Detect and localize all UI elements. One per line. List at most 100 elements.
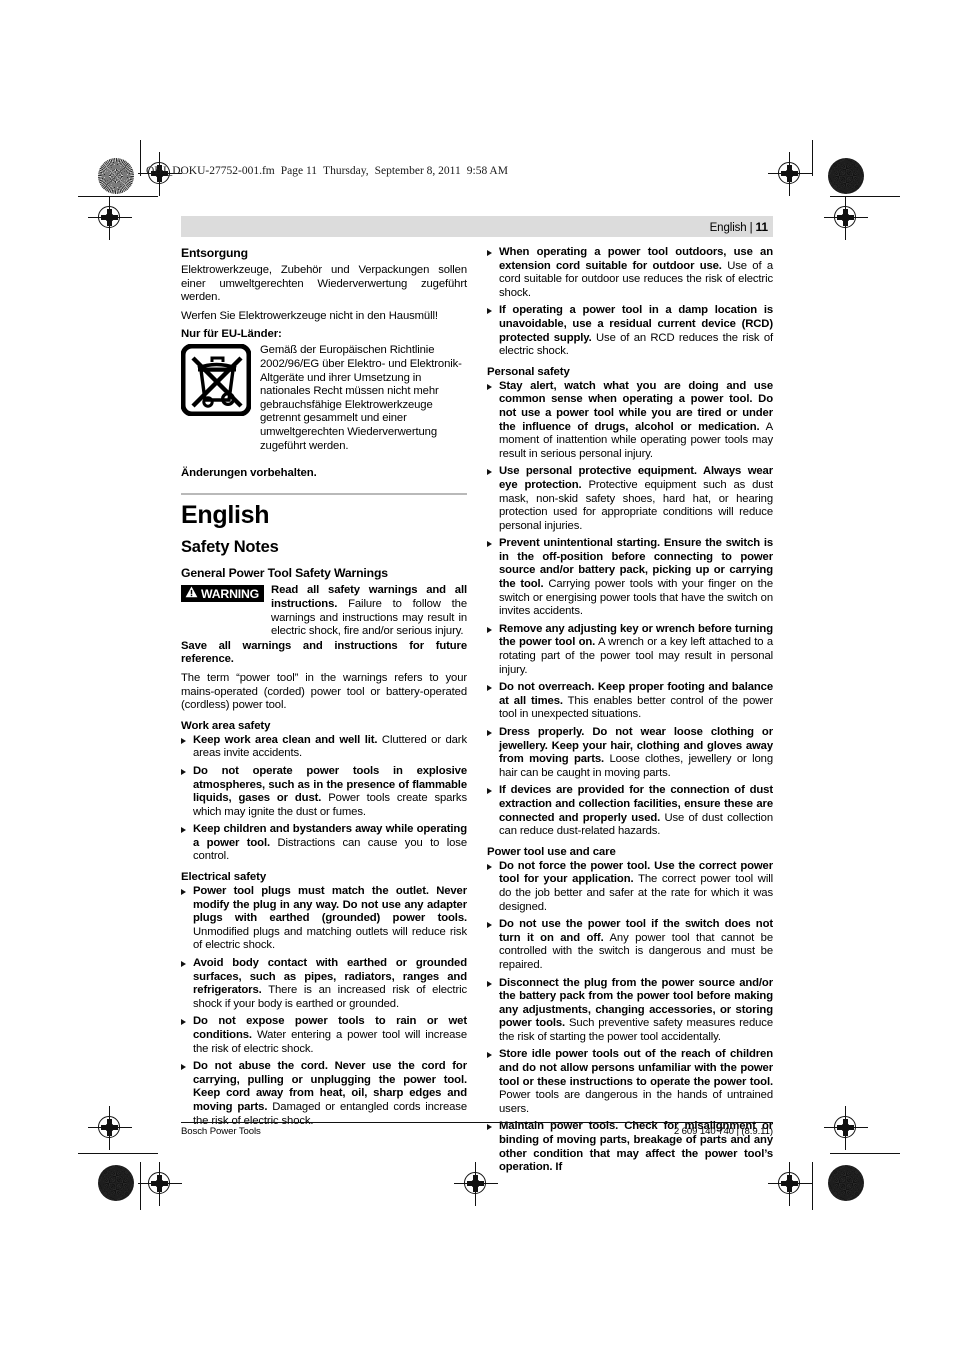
bullet-triangle-icon — [487, 788, 492, 795]
list-item: Do not force the power tool. Use the cor… — [487, 860, 773, 914]
halftone-patch-bottom-right — [828, 1165, 864, 1201]
halftone-patch-top-right — [828, 158, 864, 194]
bullet-triangle-icon — [487, 308, 492, 315]
bullet-triangle-icon — [487, 250, 492, 256]
trim-line-right-upper-horizontal — [830, 196, 900, 198]
work-area-safety-list: Keep work area clean and well lit. Clutt… — [181, 734, 467, 864]
running-head-language: English — [709, 221, 747, 234]
bullet-triangle-icon — [487, 541, 492, 548]
halftone-patch-bottom-left — [98, 1165, 134, 1201]
heading-nur-fuer-eu-laender: Nur für EU-Länder: — [181, 328, 282, 341]
bullet-triangle-icon — [487, 922, 492, 929]
bullet-triangle-icon — [181, 737, 186, 744]
file-stamp-time: 9:58 AM — [466, 165, 508, 177]
registration-crosshair-right-upper — [824, 196, 868, 240]
crossed-out-wheelie-bin-icon — [180, 343, 252, 417]
left-column: Entsorgung Elektrowerkzeuge, Zubehör und… — [180, 246, 467, 1179]
registration-crosshair-bottom-right — [768, 1162, 812, 1206]
bullet-triangle-icon — [181, 827, 186, 834]
warning-triangle-icon — [185, 585, 198, 603]
heading-entsorgung: Entsorgung — [181, 246, 248, 260]
bullet-triangle-icon — [487, 383, 492, 390]
list-item: Remove any adjusting key or wrench befor… — [487, 623, 773, 677]
trim-line-bottom-right-vertical — [812, 1162, 814, 1210]
power-tool-term-paragraph: The term “power tool” in the warnings re… — [181, 671, 467, 712]
warning-badge-label: WARNING — [201, 586, 260, 601]
list-item: Stay alert, watch what you are doing and… — [487, 380, 773, 462]
save-warnings-bold: Save all warnings and instructions for f… — [181, 639, 467, 666]
list-item-bold: Power tool plugs must match the outlet. … — [193, 885, 467, 925]
trim-line-bottom-left-vertical — [140, 1162, 142, 1210]
print-file-stamp: OBJ_DOKU-27752-001.fm Page 11 Thursday, Sep… — [146, 165, 508, 177]
registration-crosshair-left-lower — [88, 1106, 132, 1150]
running-head: English | 11 — [181, 216, 773, 237]
list-item: Do not use the power tool if the switch … — [487, 918, 773, 972]
weee-directive-text: Gemäß der Europäischen Richtlinie 2002/9… — [260, 344, 462, 452]
halftone-patch-top-left — [98, 158, 134, 194]
list-item: Power tool plugs must match the outlet. … — [181, 885, 467, 953]
list-item: Prevent unintentional starting. Ensure t… — [487, 537, 773, 619]
list-item-bold: Stay alert, watch what you are doing and… — [499, 379, 773, 433]
warning-callout: WARNING Read all safety warnings and all… — [181, 584, 467, 638]
footer-document-number: 2 609 140 740 | (8.9.11) — [673, 1126, 773, 1137]
trim-line-bottom-left-horizontal — [78, 1153, 158, 1155]
list-item: Dress properly. Do not wear loose clothi… — [487, 726, 773, 780]
list-item: If operating a power tool in a damp loca… — [487, 304, 773, 358]
bullet-triangle-icon — [487, 626, 492, 633]
trim-line-left-lower-vertical — [109, 1106, 111, 1150]
save-warnings-paragraph: Save all warnings and instructions for f… — [181, 640, 467, 667]
list-item: When operating a power tool outdoors, us… — [487, 246, 773, 300]
trim-line-left-upper-horizontal — [78, 196, 158, 198]
heading-safety-notes: Safety Notes — [181, 538, 279, 557]
right-column: When operating a power tool outdoors, us… — [487, 246, 773, 1179]
list-item: Use personal protective equipment. Alway… — [487, 465, 773, 533]
page-title-english: English — [181, 501, 270, 530]
trim-line-bottom-right-horizontal — [830, 1153, 900, 1155]
trim-line-top-left-vertical — [140, 140, 142, 176]
file-stamp-page: Page 11 — [280, 165, 318, 177]
registration-crosshair-right-lower — [824, 1106, 868, 1150]
list-item: Do not abuse the cord. Never use the cor… — [181, 1060, 467, 1128]
trim-line-right-lower-vertical — [845, 1106, 847, 1150]
file-stamp-weekday: Thursday, — [323, 165, 369, 177]
bullet-triangle-icon — [181, 768, 186, 775]
heading-personal-safety: Personal safety — [487, 365, 570, 378]
footer-brand: Bosch Power Tools — [181, 1126, 261, 1137]
footer-rule — [181, 1122, 773, 1123]
heading-power-tool-use-and-care: Power tool use and care — [487, 845, 616, 858]
trim-line-top-right-vertical — [812, 140, 814, 176]
bullet-triangle-icon — [487, 863, 492, 870]
heading-aenderungen-vorbehalten: Änderungen vorbehalten. — [181, 467, 317, 480]
electrical-safety-list: Power tool plugs must match the outlet. … — [181, 885, 467, 1128]
entsorgung-paragraph-2: Werfen Sie Elektrowerkzeuge nicht in den… — [181, 309, 438, 322]
bullet-triangle-icon — [181, 1019, 186, 1026]
list-item-bold: Keep work area clean and well lit. — [193, 733, 378, 746]
bullet-triangle-icon — [487, 685, 492, 692]
registration-crosshair-bottom-left — [138, 1162, 182, 1206]
list-item: Keep work area clean and well lit. Clutt… — [181, 734, 467, 761]
file-stamp-filename: OBJ_DOKU-27752-001.fm — [146, 165, 275, 177]
list-item-rest: Power tools are dangerous in the hands o… — [499, 1089, 773, 1115]
heading-general-power-tool-safety-warnings: General Power Tool Safety Warnings — [181, 566, 388, 581]
heading-electrical-safety: Electrical safety — [181, 871, 267, 884]
entsorgung-paragraph-1: Elektrowerkzeuge, Zubehör und Verpackung… — [181, 264, 467, 304]
list-item: Do not overreach. Keep proper footing an… — [487, 681, 773, 722]
list-item: Avoid body contact with earthed or groun… — [181, 957, 467, 1011]
list-item: If devices are provided for the connecti… — [487, 784, 773, 838]
weee-block: Gemäß der Europäischen Richtlinie 2002/9… — [180, 343, 467, 453]
bullet-triangle-icon — [487, 1052, 492, 1059]
list-item: Keep children and bystanders away while … — [181, 823, 467, 864]
bullet-triangle-icon — [181, 889, 186, 896]
bullet-triangle-icon — [487, 980, 492, 987]
list-item: Disconnect the plug from the power sourc… — [487, 977, 773, 1045]
file-stamp-date: September 8, 2011 — [374, 165, 461, 177]
list-item-bold: Store idle power tools out of the reach … — [499, 1048, 773, 1088]
registration-crosshair-top-right — [768, 152, 812, 196]
list-item: Store idle power tools out of the reach … — [487, 1048, 773, 1116]
bullet-triangle-icon — [487, 730, 492, 736]
page-footer: Bosch Power Tools 2 609 140 740 | (8.9.1… — [181, 1122, 773, 1137]
list-item: Do not operate power tools in explosive … — [181, 765, 467, 819]
bullet-triangle-icon — [487, 469, 492, 476]
trim-line-left-upper-vertical — [109, 196, 111, 240]
bullet-triangle-icon — [181, 961, 186, 968]
